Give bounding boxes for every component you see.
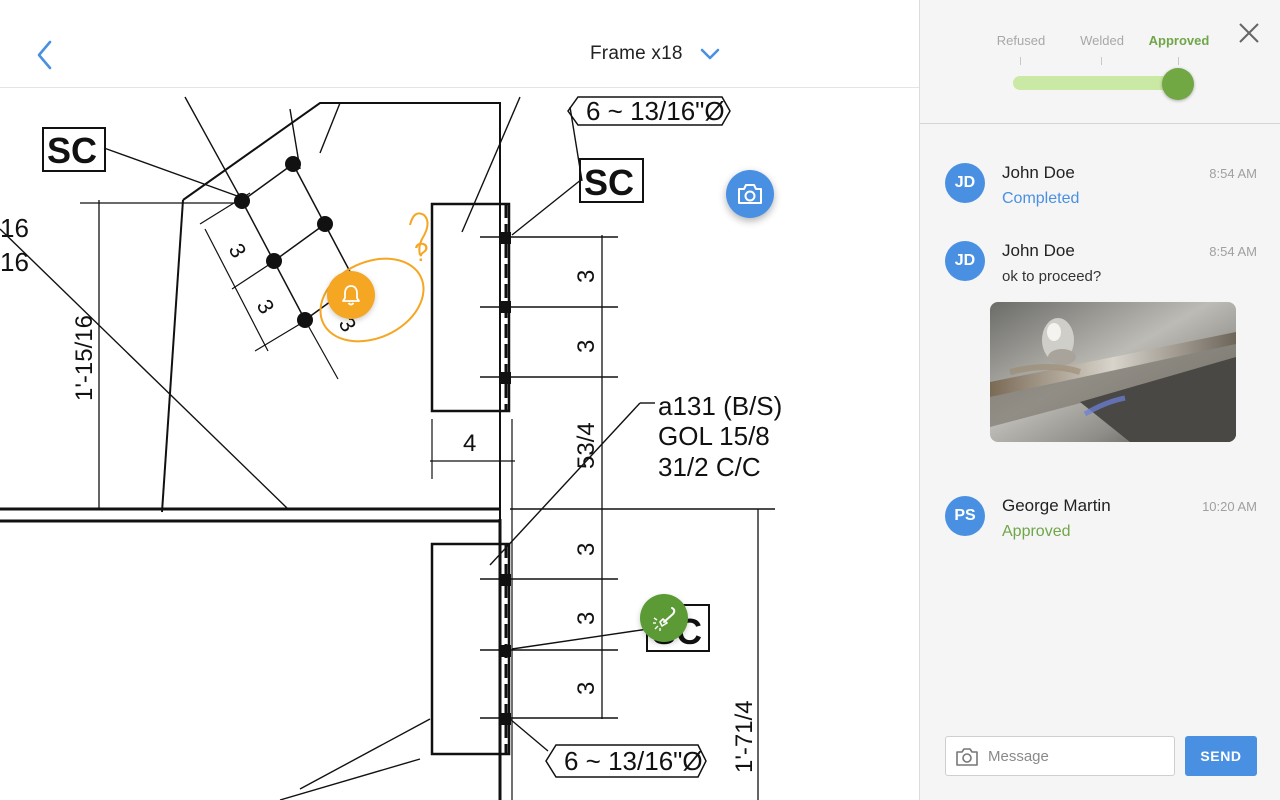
dim-4: 4 — [463, 430, 476, 457]
weld-photo-image — [990, 302, 1236, 442]
dim-3-r1: 3 — [573, 270, 600, 283]
message-composer — [945, 736, 1175, 776]
message-status: Approved — [1002, 523, 1071, 540]
avatar[interactable]: JD — [945, 163, 985, 203]
dim-vertical-right: 1'-71/4 — [731, 700, 758, 773]
message-item: PS George Martin 10:20 AM Approved — [945, 496, 1265, 546]
message-author: George Martin — [1002, 496, 1111, 515]
message-status: Completed — [1002, 190, 1080, 207]
frame-title: Frame x18 — [590, 43, 683, 64]
message-input[interactable] — [988, 743, 1168, 770]
dim-3-g2: 3 — [252, 295, 280, 318]
dim-5-3-4: 53/4 — [573, 422, 600, 469]
question-mark: ? — [0, 89, 1, 90]
sc-label-right: SC — [584, 162, 634, 203]
dim-3-r5: 3 — [573, 682, 600, 695]
chevron-left-icon — [37, 40, 52, 70]
dim-3-r4: 3 — [573, 612, 600, 625]
dim-3-r3: 3 — [573, 543, 600, 556]
dim-3-r2: 3 — [573, 340, 600, 353]
send-button[interactable]: SEND — [1185, 736, 1257, 776]
step-approved[interactable]: Approved — [1134, 33, 1224, 48]
step-refused[interactable]: Refused — [976, 33, 1066, 48]
question-mark-annotation: ? — [414, 237, 428, 267]
technical-drawing[interactable]: SC SC SC 6 ~ 13/16"Ø 6 ~ 13/16"Ø a131 (B… — [0, 89, 919, 800]
frame-selector[interactable]: Frame x18 — [590, 40, 721, 68]
sc-label-top-left: SC — [47, 130, 97, 171]
back-button[interactable] — [30, 36, 64, 74]
notification-marker[interactable] — [327, 271, 375, 319]
progress-track[interactable] — [1013, 76, 1185, 90]
bell-icon — [342, 285, 360, 306]
drawing-viewer[interactable]: Frame x18 SC SC 6 ~ 13/16"Ø 6 ~ 13/16"Ø … — [0, 0, 919, 800]
attach-photo-button[interactable] — [955, 746, 979, 768]
welding-torch-icon — [653, 607, 676, 631]
weld-marker[interactable] — [640, 594, 688, 642]
avatar[interactable]: JD — [945, 241, 985, 281]
top-bar: Frame x18 — [0, 0, 919, 88]
progress-knob[interactable] — [1162, 68, 1194, 100]
dim-3-g1: 3 — [224, 239, 252, 262]
message-item: JD John Doe 8:54 AM ok to proceed? — [945, 241, 1265, 451]
step-tick-welded — [1101, 57, 1102, 65]
dim-16-a: 16 — [0, 213, 29, 243]
app-root: Frame x18 SC SC 6 ~ 13/16"Ø 6 ~ 13/16"Ø … — [0, 0, 1280, 800]
message-item: JD John Doe 8:54 AM Completed — [945, 163, 1265, 213]
bolt-callout-bottom: 6 ~ 13/16"Ø — [564, 746, 703, 776]
message-author: John Doe — [1002, 241, 1075, 260]
bolt-callout-top: 6 ~ 13/16"Ø — [586, 96, 725, 126]
chevron-down-icon — [700, 48, 719, 60]
close-button[interactable] — [1236, 20, 1262, 46]
add-photo-button[interactable] — [726, 170, 774, 218]
camera-icon — [738, 184, 762, 204]
spec-line-3: 31/2 C/C — [658, 452, 761, 482]
avatar[interactable]: PS — [945, 496, 985, 536]
camera-icon — [956, 748, 978, 766]
dim-16-b: 16 — [0, 247, 29, 277]
comments-panel: Refused Welded Approved JD John Doe 8:54… — [919, 0, 1280, 800]
message-time: 10:20 AM — [1202, 499, 1257, 514]
message-text: ok to proceed? — [1002, 268, 1102, 285]
spec-line-1: a131 (B/S) — [658, 391, 782, 421]
spec-line-2: GOL 15/8 — [658, 421, 770, 451]
message-author: John Doe — [1002, 163, 1075, 182]
step-tick-approved — [1178, 57, 1179, 65]
status-progress: Refused Welded Approved — [920, 0, 1280, 124]
dim-vertical-left: 1'-15/16 — [71, 315, 98, 401]
message-time: 8:54 AM — [1209, 244, 1257, 259]
step-tick-refused — [1020, 57, 1021, 65]
message-time: 8:54 AM — [1209, 166, 1257, 181]
message-photo[interactable] — [990, 302, 1236, 442]
close-icon — [1239, 23, 1259, 43]
